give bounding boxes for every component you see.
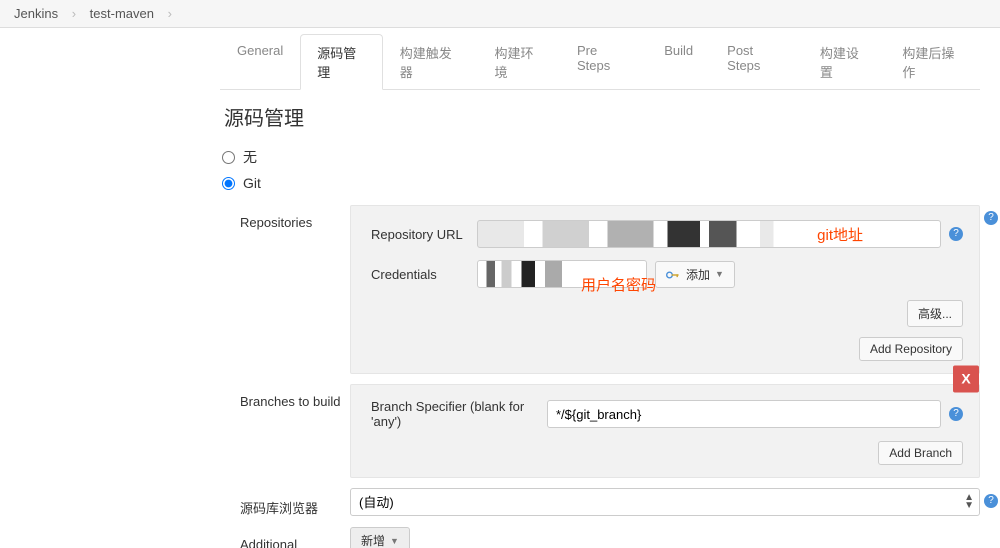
radio-none-label: 无 (243, 147, 257, 167)
tab-presteps[interactable]: Pre Steps (560, 34, 647, 89)
section-title-scm: 源码管理 (224, 102, 980, 131)
tab-postbuild[interactable]: 构建后操作 (885, 34, 980, 89)
help-icon[interactable]: ? (949, 227, 963, 241)
left-gutter (0, 28, 200, 548)
tab-poststeps[interactable]: Post Steps (710, 34, 803, 89)
advanced-button[interactable]: 高级... (907, 300, 963, 327)
repo-url-input[interactable] (477, 220, 941, 248)
tab-env[interactable]: 构建环境 (477, 34, 560, 89)
help-icon[interactable]: ? (949, 407, 963, 421)
caret-down-icon: ▼ (390, 536, 399, 546)
repo-browser-select[interactable]: (自动) (350, 488, 980, 516)
breadcrumb-jenkins[interactable]: Jenkins (14, 6, 58, 21)
add-behaviour-label: 新增 (361, 532, 385, 548)
breadcrumb: Jenkins › test-maven › (0, 0, 1000, 28)
help-icon[interactable]: ? (984, 494, 998, 508)
annotation-git-url: git地址 (817, 224, 863, 245)
tab-scm[interactable]: 源码管理 (300, 34, 383, 90)
key-icon (666, 269, 680, 279)
add-repository-button[interactable]: Add Repository (859, 337, 963, 361)
radio-git[interactable] (222, 177, 235, 190)
annotation-credentials: 用户名密码 (581, 274, 656, 295)
add-credentials-label: 添加 (686, 266, 710, 283)
breadcrumb-job[interactable]: test-maven (90, 6, 154, 21)
repo-url-label: Repository URL (367, 227, 477, 242)
repo-browser-label: 源码库浏览器 (220, 488, 350, 517)
add-credentials-button[interactable]: 添加 ▼ (655, 261, 735, 288)
add-behaviour-button[interactable]: 新增 ▼ (350, 527, 410, 548)
caret-down-icon: ▼ (715, 269, 724, 279)
tab-build[interactable]: Build (647, 34, 710, 89)
credentials-label: Credentials (367, 267, 477, 282)
help-icon[interactable]: ? (984, 211, 998, 225)
config-tabs: General 源码管理 构建触发器 构建环境 Pre Steps Build … (220, 34, 980, 90)
repositories-label: Repositories (220, 205, 350, 230)
radio-none[interactable] (222, 151, 235, 164)
branch-specifier-input[interactable] (547, 400, 941, 428)
breadcrumb-separator-icon: › (168, 6, 172, 21)
breadcrumb-separator-icon: › (72, 6, 76, 21)
radio-git-label: Git (243, 175, 261, 191)
add-branch-button[interactable]: Add Branch (878, 441, 963, 465)
tab-triggers[interactable]: 构建触发器 (383, 34, 478, 89)
behaviours-label: Additional Behaviours (220, 527, 350, 548)
delete-branch-button[interactable]: X (953, 366, 979, 393)
branches-label: Branches to build (220, 384, 350, 409)
tab-general[interactable]: General (220, 34, 300, 89)
tab-settings[interactable]: 构建设置 (803, 34, 886, 89)
branch-specifier-label: Branch Specifier (blank for 'any') (367, 399, 547, 429)
